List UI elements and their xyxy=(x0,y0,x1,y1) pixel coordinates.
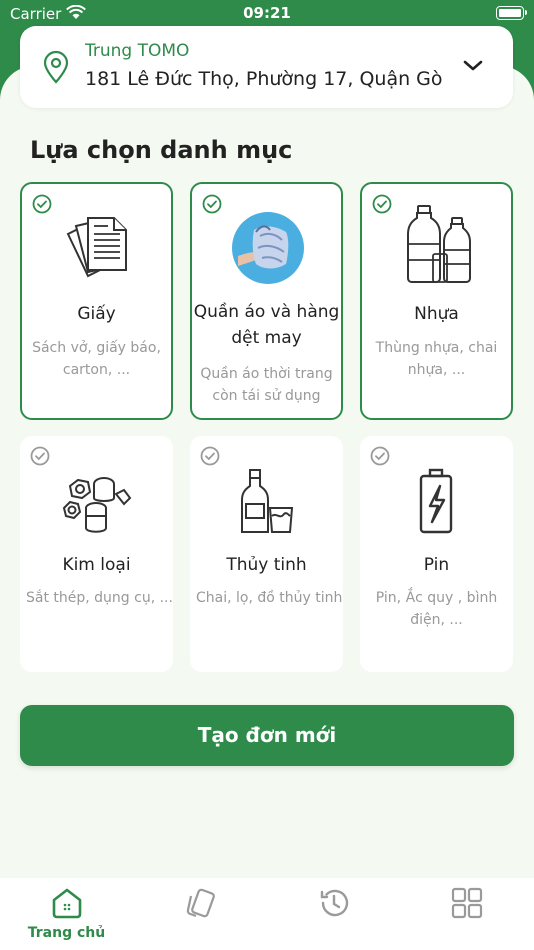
status-bar: Carrier 09:21 xyxy=(0,0,534,28)
glass-bottle-icon xyxy=(241,469,294,533)
tab-history[interactable] xyxy=(267,878,400,950)
category-card-paper[interactable]: Giấy Sách vở, giấy báo, carton, ... xyxy=(20,182,173,420)
category-card-plastic[interactable]: Nhựa Thùng nhựa, chai nhựa, ... xyxy=(360,182,513,420)
create-order-button[interactable]: Tạo đơn mới xyxy=(20,705,514,766)
tab-home[interactable]: Trang chủ xyxy=(0,878,133,950)
history-icon xyxy=(320,889,348,917)
check-circle-icon xyxy=(200,446,220,466)
category-title: Pin xyxy=(423,555,450,575)
plastic-bottles-icon xyxy=(407,205,471,283)
category-description: Thùng nhựa, chai nhựa, ... xyxy=(375,340,498,378)
check-circle-icon xyxy=(32,194,52,214)
category-title: Kim loại xyxy=(62,555,131,575)
battery-status-icon xyxy=(496,6,527,20)
location-pin-icon xyxy=(43,50,69,84)
section-title: Lựa chọn danh mục xyxy=(30,136,293,164)
category-card-glass[interactable]: Thủy tinh Chai, lọ, đồ thủy tinh xyxy=(190,436,343,672)
tab-menu[interactable] xyxy=(400,878,533,950)
category-title: Nhựa xyxy=(414,304,459,324)
clock: 09:21 xyxy=(243,4,291,22)
location-selector[interactable]: Trung TOMO 181 Lê Đức Thọ, Phường 17, Qu… xyxy=(20,26,513,108)
category-description: Sắt thép, dụng cụ, ... xyxy=(26,590,173,606)
check-circle-icon xyxy=(202,194,222,214)
cards-icon xyxy=(186,888,215,918)
location-name: Trung TOMO xyxy=(85,41,190,61)
chevron-down-icon[interactable] xyxy=(463,60,483,72)
check-circle-icon xyxy=(370,446,390,466)
tab-cards[interactable] xyxy=(133,878,266,950)
check-circle-icon xyxy=(372,194,392,214)
clothes-photo-icon xyxy=(232,212,304,284)
category-title: Quần áo và hàng dệt may xyxy=(193,302,340,348)
category-description: Sách vở, giấy báo, carton, ... xyxy=(32,340,161,378)
paper-icon xyxy=(66,217,127,278)
category-description: Quần áo thời trang còn tái sử dụng xyxy=(200,366,333,404)
battery-icon xyxy=(419,468,453,534)
grid-icon xyxy=(451,887,482,919)
check-circle-icon xyxy=(30,446,50,466)
category-title: Thủy tinh xyxy=(226,555,307,575)
category-description: Chai, lọ, đồ thủy tinh xyxy=(196,590,343,606)
category-card-battery[interactable]: Pin Pin, Ắc quy , bình điện, ... xyxy=(360,436,513,672)
category-card-metal[interactable]: Kim loại Sắt thép, dụng cụ, ... xyxy=(20,436,173,672)
tab-label: Trang chủ xyxy=(27,925,106,941)
category-title: Giấy xyxy=(77,304,116,324)
category-description: Pin, Ắc quy , bình điện, ... xyxy=(375,590,498,628)
metal-icon xyxy=(62,477,132,533)
tab-bar: Trang chủ xyxy=(0,878,534,950)
home-icon xyxy=(52,888,81,919)
category-card-clothes[interactable]: Quần áo và hàng dệt may Quần áo thời tra… xyxy=(190,182,343,420)
location-address: 181 Lê Đức Thọ, Phường 17, Quận Gò Vấp xyxy=(85,68,445,90)
